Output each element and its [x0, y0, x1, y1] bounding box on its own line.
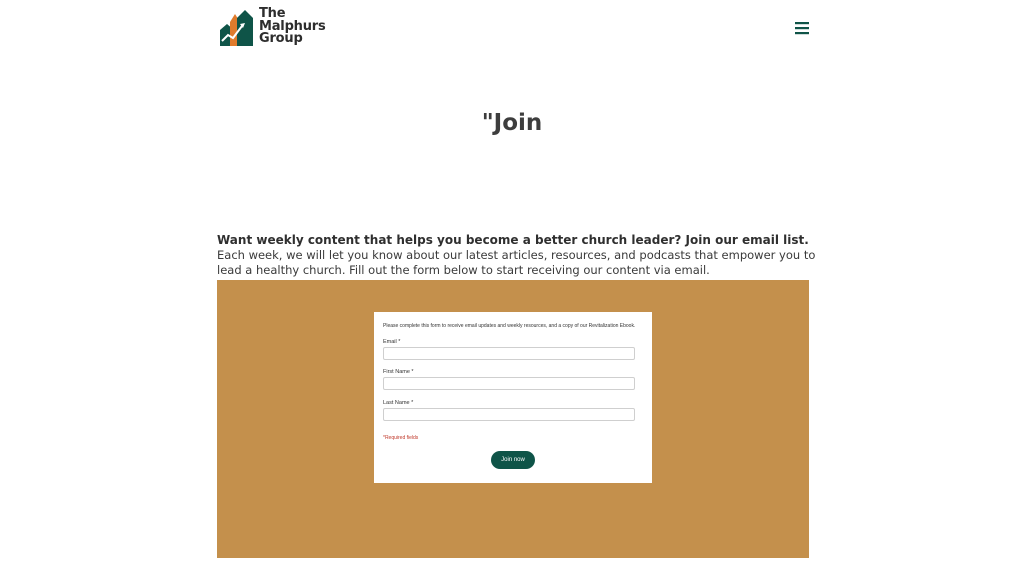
church-steeples-logo-icon	[220, 10, 253, 46]
brand-name: The Malphurs Group	[259, 8, 326, 46]
first-name-field[interactable]	[383, 377, 635, 390]
required-fields-note: *Required fields	[383, 435, 419, 441]
intro-body: Each week, we will let you know about ou…	[217, 248, 816, 277]
intro-heading: Want weekly content that helps you becom…	[217, 233, 809, 247]
join-now-button[interactable]: Join now	[491, 451, 535, 469]
site-header: The Malphurs Group	[0, 0, 1024, 60]
email-field[interactable]	[383, 347, 635, 360]
page-title: "Join	[481, 110, 543, 136]
email-label: Email *	[383, 339, 401, 345]
first-name-label: First Name *	[383, 369, 414, 375]
last-name-label: Last Name *	[383, 400, 414, 406]
hamburger-menu-icon	[795, 22, 809, 35]
signup-form: Please complete this form to receive ema…	[374, 312, 652, 483]
brand-line-3: Group	[259, 31, 303, 47]
menu-button[interactable]	[794, 20, 810, 36]
intro-section: Want weekly content that helps you becom…	[217, 233, 817, 278]
last-name-field[interactable]	[383, 408, 635, 421]
site-logo[interactable]: The Malphurs Group	[218, 8, 326, 46]
form-intro: Please complete this form to receive ema…	[383, 323, 636, 329]
